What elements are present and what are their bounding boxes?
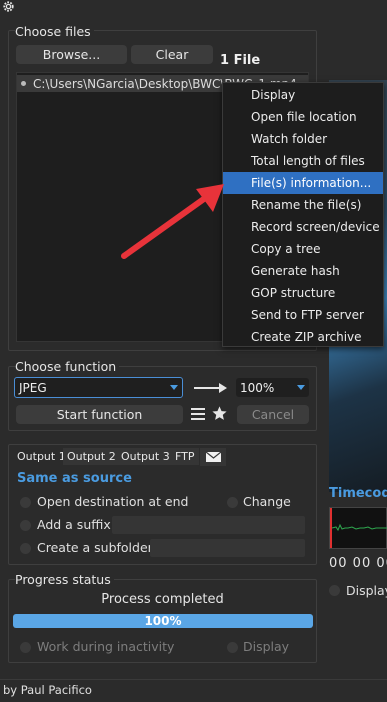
tab-email[interactable] [200,448,226,466]
change-label: Change [243,494,291,509]
progress-bar: 100% [13,614,313,628]
create-subfolder-label: Create a subfolder: [37,540,157,555]
footer-credit: by Paul Pacifico [3,683,92,697]
browse-button[interactable]: Browse... [16,45,127,64]
suffix-input[interactable] [112,516,305,534]
menu-item[interactable]: Record screen/device [223,216,383,238]
bullet-icon [21,81,26,86]
chevron-down-icon [297,385,305,390]
tab-ftp[interactable]: FTP [171,448,199,465]
display-radio[interactable] [329,585,340,596]
timecode-label: Timecod [329,486,387,501]
display-progress-label: Display [243,639,290,654]
add-suffix-label: Add a suffix: [37,517,115,532]
work-inactivity-radio[interactable] [20,642,31,653]
choose-function-title: Choose function [15,359,120,374]
display-label: Display [346,583,387,598]
clear-button[interactable]: Clear [131,45,213,64]
context-menu: Display Open file location Watch folder Tot… [222,82,384,347]
quality-select[interactable]: 100% [236,378,309,397]
menu-item[interactable]: File(s) information... [223,172,383,194]
cancel-button[interactable]: Cancel [237,405,309,424]
menu-item[interactable]: Generate hash [223,260,383,282]
menu-item[interactable]: Watch folder [223,128,383,150]
subfolder-input[interactable] [150,539,305,557]
same-as-source-label[interactable]: Same as source [17,471,132,486]
menu-item[interactable]: Total length of files [223,150,383,172]
function-select-value: JPEG [19,380,47,395]
waveform-trace [332,523,387,532]
display-progress-radio[interactable] [227,642,238,653]
menu-item[interactable]: Create ZIP archive [223,326,383,348]
footer-divider [0,679,387,680]
work-inactivity-label: Work during inactivity [37,639,175,654]
top-bar [0,0,387,14]
open-destination-radio[interactable] [20,497,31,508]
tab-output-2[interactable]: Output 2 [63,448,120,465]
chevron-down-icon [170,385,178,390]
timecode-value: 00 00 00 [329,556,387,571]
annotation-arrow [121,184,224,259]
gear-icon[interactable] [2,0,15,13]
envelope-icon [206,452,221,462]
progress-status-text: Process completed [101,592,224,607]
menu-item[interactable]: Open file location [223,106,383,128]
menu-item[interactable]: Display [223,84,383,106]
change-radio[interactable] [227,497,238,508]
create-subfolder-radio[interactable] [20,543,31,554]
progress-percent: 100% [144,614,182,628]
tab-output-3[interactable]: Output 3 [117,448,174,465]
open-destination-label: Open destination at end [37,494,189,509]
list-icon[interactable] [190,406,206,422]
menu-item[interactable]: Rename the file(s) [223,194,383,216]
add-suffix-radio[interactable] [20,520,31,531]
tab-output-1[interactable]: Output 1 [13,448,70,465]
choose-files-title: Choose files [15,24,94,39]
menu-item[interactable]: Send to FTP server [223,304,383,326]
star-icon[interactable] [211,405,228,422]
arrow-right-icon [194,383,227,393]
function-select[interactable]: JPEG [14,377,183,398]
start-function-button[interactable]: Start function [16,405,183,424]
menu-item[interactable]: GOP structure [223,282,383,304]
quality-select-value: 100% [240,380,275,395]
file-count: 1 File [220,53,261,68]
menu-item[interactable]: Copy a tree [223,238,383,260]
waveform [329,507,387,549]
progress-title: Progress status [15,572,114,587]
